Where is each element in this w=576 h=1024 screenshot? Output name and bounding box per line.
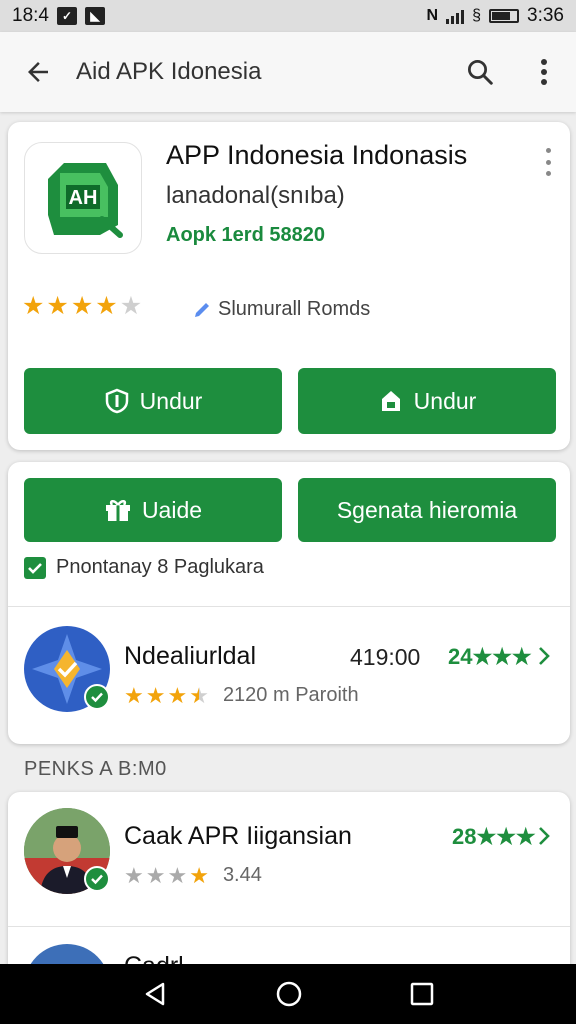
star-empty-icon: ★ — [119, 292, 143, 320]
check-icon — [28, 562, 42, 574]
nav-home-icon[interactable] — [274, 979, 304, 1009]
star-icon: ★ — [70, 292, 94, 320]
app-link[interactable]: Slumurall Romds — [192, 298, 370, 321]
list-item-score: 24★★★ — [448, 644, 532, 669]
app-developer: lanadonal(snıba) — [166, 182, 345, 209]
status-time-left: 18:4 — [12, 5, 49, 26]
app-bar: Aid APK Idonesia — [0, 32, 576, 112]
status-time-right: 3:36 — [527, 5, 564, 26]
star-icon: ★ — [167, 862, 188, 888]
list-item-rating: ★ ★ ★ ★ 2120 m Paroith — [124, 684, 359, 707]
list-item-title: Ndealiurldal — [124, 642, 257, 670]
pencil-icon — [195, 302, 209, 317]
star-icon: ★ — [22, 292, 45, 320]
list-item-rating-text: 2120 m Paroith — [222, 684, 359, 706]
star-icon: ★ — [145, 862, 166, 888]
data-icon: § — [472, 7, 482, 24]
signal-icon — [446, 8, 465, 24]
star-half-icon: ★ — [189, 862, 209, 888]
card-more-button[interactable] — [538, 148, 558, 176]
list-item-rating: ★ ★ ★ ★ 3.44 — [124, 864, 262, 887]
mail-box-icon: ✓ — [56, 7, 77, 25]
app-name: APP Indonesia Indonasis — [166, 140, 468, 170]
download-button-right-label: Undur — [413, 387, 477, 414]
battery-icon — [489, 9, 520, 23]
status-left: 18:4 ✓ ◣ — [12, 5, 105, 27]
secondary-button-left[interactable]: Uaide — [24, 478, 282, 542]
app-rating-stars: ★ ★ ★ ★ ★ — [22, 294, 142, 319]
list-item-score: 28★★★ — [452, 824, 536, 849]
star-icon: ★ — [124, 862, 144, 888]
list-item-rating-text: 3.44 — [222, 864, 262, 886]
navigation-bar — [0, 964, 576, 1024]
star-icon: ★ — [95, 292, 118, 320]
arrow-back-icon — [28, 62, 48, 82]
app-detail-card: AH APP Indonesia Indonasis lanadonal(snı… — [8, 122, 570, 450]
search-icon — [468, 60, 493, 85]
chevron-right-icon — [539, 647, 550, 665]
svg-text:AH: AH — [69, 187, 98, 209]
gift-icon — [105, 500, 130, 521]
more-vert-icon — [541, 59, 547, 85]
chevron-right-icon — [539, 827, 550, 845]
secondary-button-right[interactable]: Sgenata hieromia — [298, 478, 556, 542]
checkbox[interactable] — [24, 556, 46, 579]
divider — [8, 926, 570, 927]
section-header: PENKS A B:M0 — [24, 758, 167, 780]
nav-recents-icon[interactable] — [409, 981, 435, 1007]
search-button[interactable] — [448, 32, 512, 112]
secondary-card: Uaide Sgenata hieromia Pnontanay 8 Paglu… — [8, 462, 570, 744]
checkbox-label: Pnontanay 8 Paglukara — [56, 556, 264, 578]
list-item-title: Caak APR Iiigansian — [124, 822, 352, 850]
secondary-button-right-label: Sgenata hieromia — [336, 496, 518, 523]
star-icon: ★ — [124, 682, 144, 708]
overflow-menu-button[interactable] — [512, 32, 576, 112]
download-button-left[interactable]: Undur — [24, 368, 282, 434]
app-logo: AH — [24, 142, 142, 254]
star-half-icon: ★ — [189, 682, 209, 708]
star-icon: ★ — [46, 292, 69, 320]
app-bar-title: Aid APK Idonesia — [76, 58, 262, 85]
download-button-right[interactable]: Undur — [298, 368, 556, 434]
back-button[interactable] — [0, 32, 76, 112]
verified-badge-icon — [84, 684, 110, 710]
checkbox-row[interactable]: Pnontanay 8 Paglukara — [24, 556, 264, 579]
no-network-icon: N — [426, 7, 439, 24]
shield-download-icon — [105, 388, 128, 414]
app-notification-icon: ◣ — [84, 7, 105, 25]
star-icon: ★ — [145, 682, 166, 708]
status-right: N § 3:36 — [427, 5, 564, 27]
download-button-left-label: Undur — [139, 387, 203, 414]
app-logo-icon: AH — [48, 163, 123, 238]
app-version: Aopk 1erd 58820 — [166, 224, 325, 246]
star-icon: ★ — [167, 682, 188, 708]
nav-back-icon[interactable] — [141, 980, 169, 1008]
list-item-price: 419:00 — [350, 644, 421, 670]
status-bar: 18:4 ✓ ◣ N § 3:36 — [0, 0, 576, 32]
secondary-button-left-label: Uaide — [141, 496, 203, 523]
home-download-icon — [381, 391, 400, 411]
app-link-label: Slumurall Romds — [218, 298, 371, 320]
verified-badge-icon — [84, 866, 110, 892]
divider — [8, 606, 570, 607]
